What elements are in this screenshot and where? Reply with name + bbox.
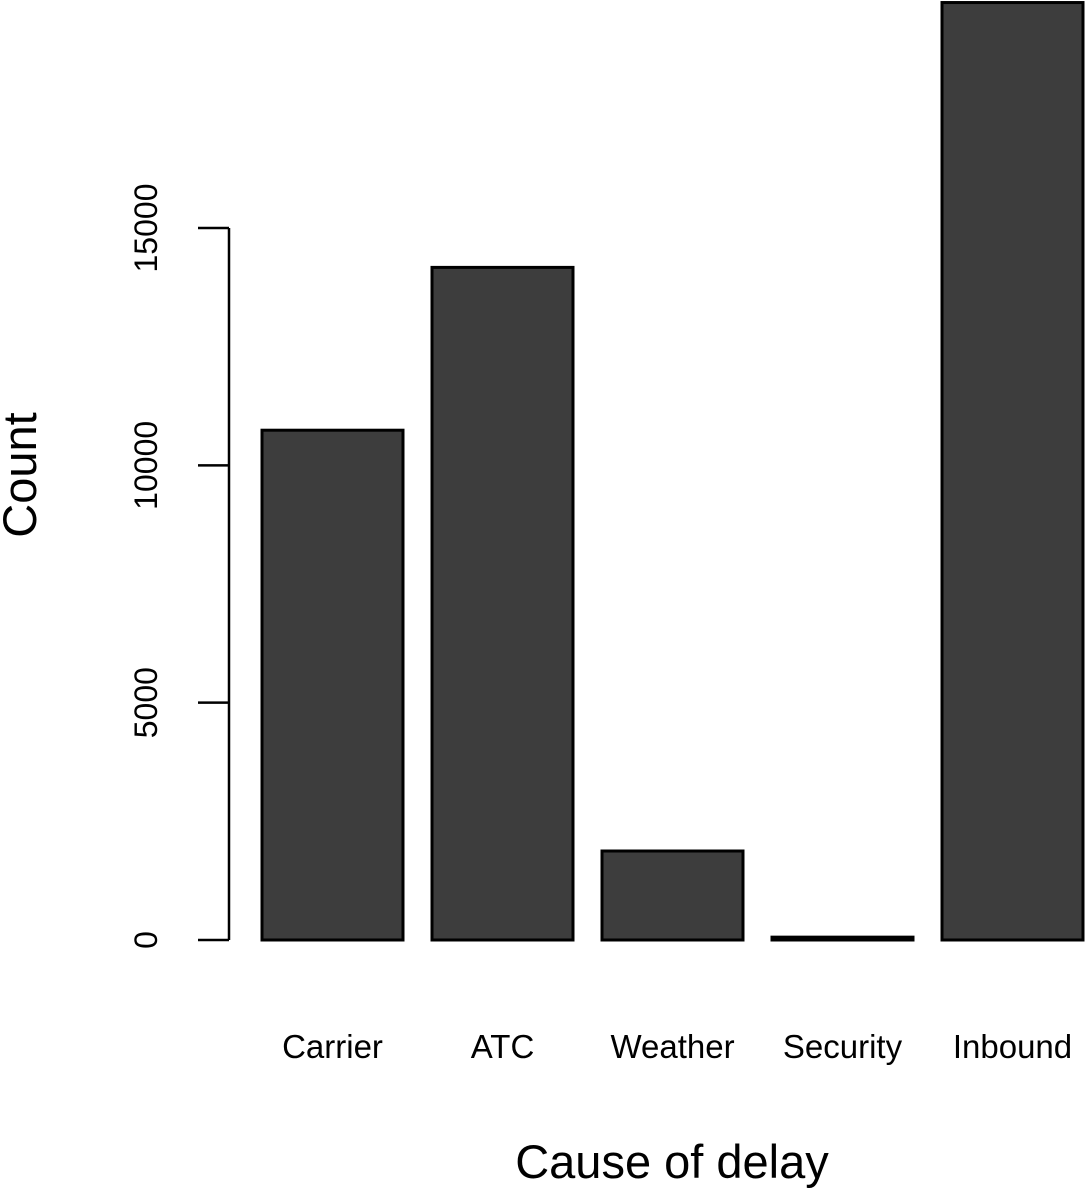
x-tick-label-inbound: Inbound xyxy=(953,1028,1072,1065)
x-tick-label-atc: ATC xyxy=(471,1028,535,1065)
x-axis-title: Cause of delay xyxy=(515,1135,829,1188)
x-axis-labels: Carrier ATC Weather Security Inbound xyxy=(282,1028,1072,1065)
bars-group xyxy=(260,1,1085,942)
bar-chart: 0 5000 10000 15000 Carrier ATC Weather Securit… xyxy=(0,1,1085,1188)
bar-security xyxy=(770,935,915,942)
y-axis: 0 5000 10000 15000 xyxy=(128,184,231,949)
y-tick-label: 15000 xyxy=(128,184,164,273)
y-tick-label: 0 xyxy=(128,931,164,949)
x-tick-label-carrier: Carrier xyxy=(282,1028,383,1065)
y-tick-label: 5000 xyxy=(128,667,164,738)
bar-carrier xyxy=(260,428,405,942)
bar-atc xyxy=(430,265,575,942)
bar-weather xyxy=(600,849,745,942)
bar-inbound xyxy=(940,1,1085,942)
y-tick-label: 10000 xyxy=(128,421,164,510)
y-axis-title: Count xyxy=(0,412,46,537)
x-tick-label-security: Security xyxy=(783,1028,903,1065)
x-tick-label-weather: Weather xyxy=(610,1028,734,1065)
